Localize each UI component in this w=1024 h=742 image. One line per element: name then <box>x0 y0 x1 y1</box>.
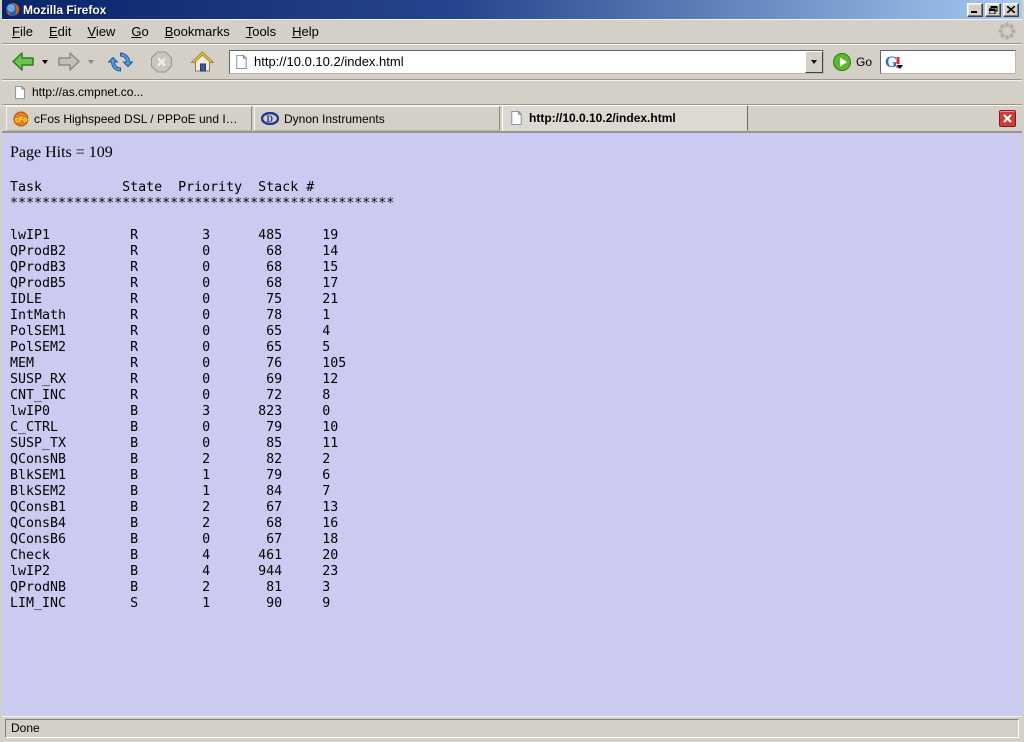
home-button[interactable] <box>188 48 217 76</box>
menu-view[interactable]: View <box>79 21 123 42</box>
go-label: Go <box>856 55 872 69</box>
page-hits-text: Page Hits = 109 <box>10 144 1022 162</box>
restore-button[interactable] <box>985 3 1001 17</box>
back-button[interactable] <box>8 48 38 76</box>
tab-label: cFos Highspeed DSL / PPPoE und ISDN CAP.… <box>34 112 245 126</box>
tab-label: Dynon Instruments <box>284 112 385 126</box>
browser-window: Mozilla Firefox File Edit View Go Bookma… <box>0 0 1024 742</box>
back-icon <box>10 50 36 74</box>
firefox-icon <box>5 2 20 17</box>
page-icon <box>13 85 27 100</box>
page-icon <box>509 110 524 126</box>
task-table: Task State Priority Stack # ************… <box>10 180 1022 612</box>
cfos-icon: cFos <box>13 111 29 127</box>
address-dropdown-caret <box>811 60 817 64</box>
close-icon <box>1007 6 1015 13</box>
page-icon <box>234 54 249 70</box>
throbber-icon <box>996 20 1018 42</box>
address-bar[interactable] <box>229 50 824 74</box>
svg-text:cFos: cFos <box>15 117 29 124</box>
forward-dropdown-caret[interactable] <box>88 60 94 64</box>
search-input[interactable] <box>903 55 1012 69</box>
bookmark-item[interactable]: http://as.cmpnet.co... <box>8 83 148 102</box>
menu-bar: File Edit View Go Bookmarks Tools Help <box>2 19 1022 44</box>
stop-button[interactable] <box>147 48 176 76</box>
page-content: Page Hits = 109 Task State Priority Stac… <box>2 133 1022 716</box>
minimize-button[interactable] <box>967 3 983 17</box>
navigation-toolbar: Go G <box>2 44 1022 80</box>
status-bar: Done <box>2 716 1022 740</box>
stop-icon <box>149 50 174 74</box>
title-bar: Mozilla Firefox <box>2 0 1022 19</box>
url-input[interactable] <box>254 52 805 72</box>
tab-dynon[interactable]: D Dynon Instruments <box>254 106 500 131</box>
status-text: Done <box>5 719 1019 738</box>
menu-file[interactable]: File <box>4 21 41 42</box>
tab-label: http://10.0.10.2/index.html <box>529 111 676 125</box>
menu-go[interactable]: Go <box>123 21 156 42</box>
reload-icon <box>108 50 133 74</box>
window-title: Mozilla Firefox <box>23 3 965 17</box>
menu-bookmarks[interactable]: Bookmarks <box>157 21 238 42</box>
bookmarks-toolbar: http://as.cmpnet.co... <box>2 80 1022 105</box>
go-button[interactable]: Go <box>832 52 872 72</box>
tab-active-index-page[interactable]: http://10.0.10.2/index.html <box>502 105 748 131</box>
close-button[interactable] <box>1003 3 1019 17</box>
menu-tools[interactable]: Tools <box>238 21 284 42</box>
dynon-icon: D <box>261 112 279 125</box>
close-tab-button[interactable] <box>999 110 1016 127</box>
minimize-icon <box>971 6 979 13</box>
forward-icon <box>56 50 82 74</box>
address-dropdown-button[interactable] <box>805 51 823 73</box>
menu-help[interactable]: Help <box>284 21 327 42</box>
home-icon <box>190 50 215 74</box>
svg-text:D: D <box>267 114 274 124</box>
menu-edit[interactable]: Edit <box>41 21 79 42</box>
close-tab-icon <box>1003 114 1012 123</box>
tab-bar: cFos cFos Highspeed DSL / PPPoE und ISDN… <box>2 105 1022 133</box>
go-icon <box>832 52 852 72</box>
bookmark-label: http://as.cmpnet.co... <box>32 85 143 99</box>
reload-button[interactable] <box>106 48 135 76</box>
forward-button[interactable] <box>54 48 84 76</box>
tab-cfos[interactable]: cFos cFos Highspeed DSL / PPPoE und ISDN… <box>6 106 252 131</box>
search-box[interactable]: G <box>880 50 1016 74</box>
back-dropdown-caret[interactable] <box>42 60 48 64</box>
restore-icon <box>989 6 998 14</box>
